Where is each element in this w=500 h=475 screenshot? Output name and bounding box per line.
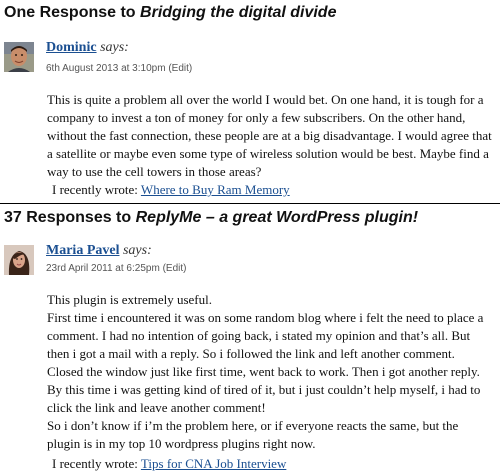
- comment-author-line: Dominic says:: [46, 40, 129, 56]
- comment-paragraph: This is quite a problem all over the wor…: [47, 92, 492, 179]
- comment-edit-link[interactable]: (Edit): [163, 263, 187, 274]
- avatar: [4, 245, 34, 275]
- heading-post-title: Bridging the digital divide: [140, 4, 337, 21]
- heading-post-title: ReplyMe – a great WordPress plugin!: [135, 209, 419, 226]
- heading-count-text: 37 Responses to: [4, 209, 136, 226]
- recently-wrote-label: I recently wrote:: [52, 456, 141, 471]
- recently-wrote-link[interactable]: Tips for CNA Job Interview: [141, 456, 286, 471]
- comment-meta: 6th August 2013 at 3:10pm (Edit): [46, 63, 192, 75]
- heading-count-text: One Response to: [4, 4, 141, 21]
- recently-wrote: I recently wrote: Where to Buy Ram Memor…: [52, 182, 290, 198]
- comment-paragraph: First time i encountered it was on some …: [47, 310, 484, 415]
- recently-wrote-label: I recently wrote:: [52, 182, 141, 197]
- comment-author-link[interactable]: Maria Pavel: [46, 243, 119, 258]
- comments-section-replyme: 37 Responses to ReplyMe – a great WordPr…: [0, 204, 500, 475]
- comments-heading: 37 Responses to ReplyMe – a great WordPr…: [4, 208, 418, 228]
- says-label: says:: [122, 243, 152, 258]
- comment-author-link[interactable]: Dominic: [46, 40, 97, 55]
- comment-edit-link[interactable]: (Edit): [168, 63, 192, 74]
- comment-body: This is quite a problem all over the wor…: [47, 91, 493, 181]
- recently-wrote-link[interactable]: Where to Buy Ram Memory: [141, 182, 290, 197]
- avatar: [4, 42, 34, 72]
- comment-paragraph: This plugin is extremely useful.: [47, 292, 213, 307]
- comment-meta: 23rd April 2011 at 6:25pm (Edit): [46, 263, 186, 275]
- comment-date[interactable]: 23rd April 2011 at 6:25pm: [46, 263, 160, 274]
- comment-body: This plugin is extremely useful. First t…: [47, 291, 493, 453]
- comments-section-bridging: One Response to Bridging the digital div…: [0, 0, 500, 204]
- avatar-maria-image: [4, 245, 34, 275]
- recently-wrote: I recently wrote: Tips for CNA Job Inter…: [52, 456, 286, 472]
- comments-heading: One Response to Bridging the digital div…: [4, 3, 336, 23]
- comment-author-line: Maria Pavel says:: [46, 243, 152, 259]
- says-label: says:: [100, 40, 129, 55]
- comment-paragraph: So i don’t know if i’m the problem here,…: [47, 418, 459, 451]
- avatar-dominic-image: [4, 42, 34, 72]
- comment-date[interactable]: 6th August 2013 at 3:10pm: [46, 63, 166, 74]
